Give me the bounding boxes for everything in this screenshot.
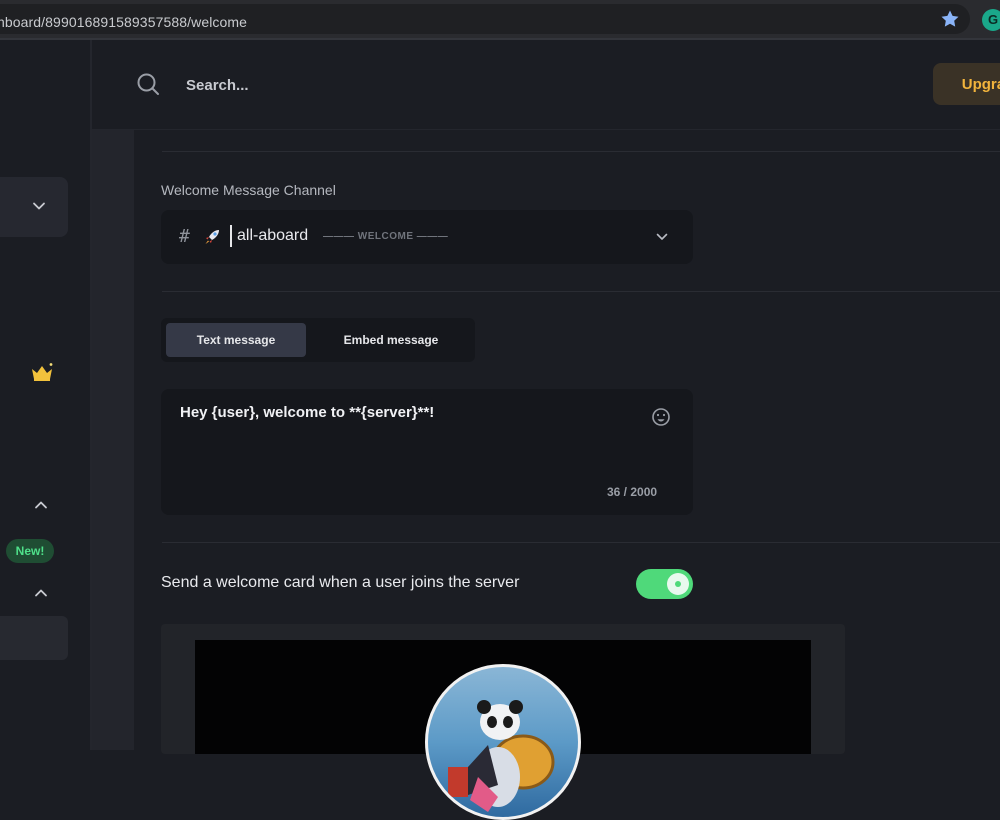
- browser-toolbar: ashboard/899016891589357588/welcome G: [0, 0, 1000, 38]
- search-icon: [137, 73, 159, 95]
- divider: [162, 542, 1000, 543]
- avatar-image: [448, 700, 555, 812]
- search-input[interactable]: [184, 74, 484, 96]
- message-type-tabs: Text message Embed message: [161, 318, 475, 362]
- welcome-card-preview: [161, 624, 845, 820]
- chevron-down-icon: [33, 202, 45, 210]
- new-badge: New!: [6, 539, 54, 563]
- welcome-card-toggle[interactable]: [636, 569, 693, 599]
- divider: [162, 291, 1000, 292]
- url-text[interactable]: ashboard/899016891589357588/welcome: [0, 14, 247, 30]
- main-content: Welcome Message Channel # all-aboard ———…: [134, 130, 1000, 820]
- server-selector[interactable]: [0, 177, 68, 237]
- sidebar-item-active[interactable]: [0, 616, 68, 660]
- hash-icon: #: [179, 226, 190, 247]
- channel-section-label: Welcome Message Channel: [161, 182, 336, 198]
- sidebar: New!: [0, 40, 90, 750]
- message-text[interactable]: Hey {user}, welcome to **{server}**!: [180, 404, 434, 421]
- welcome-card-canvas: [195, 640, 811, 820]
- address-bar[interactable]: ashboard/899016891589357588/welcome: [0, 4, 970, 34]
- avatar: [425, 664, 581, 820]
- welcome-message-textarea[interactable]: Hey {user}, welcome to **{server}**! 36 …: [161, 389, 693, 515]
- divider: [162, 151, 1000, 152]
- tab-embed-message[interactable]: Embed message: [311, 323, 471, 357]
- tab-text-message[interactable]: Text message: [166, 323, 306, 357]
- channel-pipe: [230, 225, 232, 247]
- top-header: Upgrad: [92, 40, 1000, 130]
- channel-decoration: ——— WELCOME ———: [323, 231, 449, 242]
- chevron-up-icon[interactable]: [34, 586, 48, 600]
- upgrade-button[interactable]: Upgrad: [933, 63, 1000, 105]
- crown-icon: [32, 363, 53, 381]
- channel-name: all-aboard: [237, 227, 309, 244]
- character-count: 36 / 2000: [607, 485, 658, 499]
- bookmark-star-icon[interactable]: [940, 9, 960, 29]
- welcome-card-label: Send a welcome card when a user joins th…: [161, 574, 520, 591]
- chevron-down-icon: [656, 233, 668, 240]
- toggle-knob: [667, 573, 689, 595]
- chevron-up-icon[interactable]: [34, 498, 48, 512]
- emoji-icon[interactable]: [651, 407, 671, 427]
- content-gutter: [92, 130, 134, 750]
- welcome-channel-select[interactable]: # all-aboard ——— WELCOME ———: [161, 210, 693, 264]
- extension-icon[interactable]: G: [982, 9, 1000, 31]
- rocket-icon: [205, 230, 219, 244]
